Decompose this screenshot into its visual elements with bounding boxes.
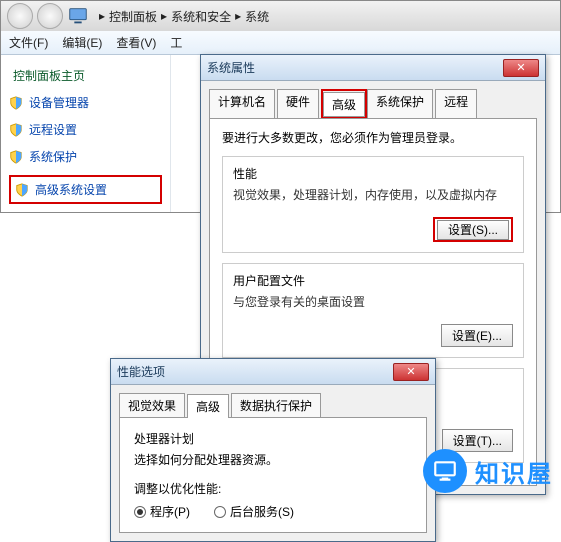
nav-back-button[interactable] [7,3,33,29]
tab-visual-effects[interactable]: 视觉效果 [119,393,185,417]
close-button[interactable]: ✕ [503,59,539,77]
performance-settings-button[interactable]: 设置(S)... [437,220,509,240]
sidebar-item-label: 高级系统设置 [35,181,107,198]
dialog-titlebar: 系统属性 ✕ [201,55,545,81]
tabstrip: 视觉效果 高级 数据执行保护 [111,385,435,417]
tabstrip: 计算机名 硬件 高级 系统保护 远程 [201,81,545,118]
chevron-right-icon: ▸ [159,9,169,23]
shield-icon [9,123,23,137]
profile-settings-button[interactable]: 设置(E)... [441,324,513,347]
breadcrumb-item[interactable]: 系统和安全 [171,8,231,25]
scheduler-title: 处理器计划 [134,430,412,447]
menu-tools[interactable]: 工 [170,34,182,51]
performance-group: 性能 视觉效果，处理器计划，内存使用，以及虚拟内存 设置(S)... [222,156,524,253]
highlight-box: 高级 [321,89,367,118]
shield-icon [9,150,23,164]
chevron-right-icon: ▸ [233,9,243,23]
group-title: 性能 [233,165,513,182]
sidebar: 控制面板主页 设备管理器 远程设置 系统保护 高级系统设置 [1,55,171,212]
chevron-right-icon: ▸ [97,9,107,23]
group-title: 用户配置文件 [233,272,513,289]
tab-remote[interactable]: 远程 [435,89,477,118]
watermark-brand: 知识屋 [423,449,553,493]
menubar: 文件(F) 编辑(E) 查看(V) 工 [1,31,560,55]
sidebar-item-device-manager[interactable]: 设备管理器 [9,94,162,111]
shield-icon [9,96,23,110]
group-desc: 视觉效果，处理器计划，内存使用，以及虚拟内存 [233,186,513,203]
tab-dep[interactable]: 数据执行保护 [231,393,321,417]
tab-advanced[interactable]: 高级 [323,92,365,117]
radio-programs[interactable]: 程序(P) [134,503,190,520]
menu-edit[interactable]: 编辑(E) [62,34,102,51]
admin-note: 要进行大多数更改，您必须作为管理员登录。 [222,129,524,146]
tab-system-protection[interactable]: 系统保护 [367,89,433,118]
sidebar-item-remote-settings[interactable]: 远程设置 [9,121,162,138]
radio-group-optimize: 程序(P) 后台服务(S) [134,503,412,520]
radio-background-services[interactable]: 后台服务(S) [214,503,294,520]
tab-hardware[interactable]: 硬件 [277,89,319,118]
breadcrumb[interactable]: ▸ 控制面板 ▸ 系统和安全 ▸ 系统 [93,8,554,25]
brand-text: 知识屋 [475,454,553,489]
close-button[interactable]: ✕ [393,363,429,381]
sidebar-item-label: 系统保护 [29,148,77,165]
breadcrumb-item[interactable]: 控制面板 [109,8,157,25]
radio-icon [134,506,146,518]
nav-forward-button[interactable] [37,3,63,29]
adjust-label: 调整以优化性能: [134,480,412,497]
dialog-title: 性能选项 [117,363,165,380]
highlight-box: 高级系统设置 [9,175,162,204]
radio-label: 程序(P) [150,503,190,520]
brand-monitor-icon [423,449,467,493]
scheduler-desc: 选择如何分配处理器资源。 [134,451,412,468]
dialog-titlebar: 性能选项 ✕ [111,359,435,385]
tab-computer-name[interactable]: 计算机名 [209,89,275,118]
tab-advanced[interactable]: 高级 [187,394,229,418]
user-profile-group: 用户配置文件 与您登录有关的桌面设置 设置(E)... [222,263,524,358]
dialog-title: 系统属性 [207,59,255,76]
tab-panel-advanced: 处理器计划 选择如何分配处理器资源。 调整以优化性能: 程序(P) 后台服务(S… [119,417,427,533]
sidebar-title: 控制面板主页 [13,67,162,84]
performance-options-dialog: 性能选项 ✕ 视觉效果 高级 数据执行保护 处理器计划 选择如何分配处理器资源。… [110,358,436,542]
sidebar-item-system-protection[interactable]: 系统保护 [9,148,162,165]
computer-icon [67,5,89,27]
breadcrumb-item[interactable]: 系统 [245,8,269,25]
highlight-box: 设置(S)... [433,217,513,242]
sidebar-item-label: 远程设置 [29,121,77,138]
group-desc: 与您登录有关的桌面设置 [233,293,513,310]
titlebar: ▸ 控制面板 ▸ 系统和安全 ▸ 系统 [1,1,560,31]
sidebar-item-label: 设备管理器 [29,94,89,111]
shield-icon [15,183,29,197]
radio-icon [214,506,226,518]
radio-label: 后台服务(S) [230,503,294,520]
menu-file[interactable]: 文件(F) [9,34,48,51]
sidebar-item-advanced-settings[interactable]: 高级系统设置 [15,181,107,198]
menu-view[interactable]: 查看(V) [116,34,156,51]
